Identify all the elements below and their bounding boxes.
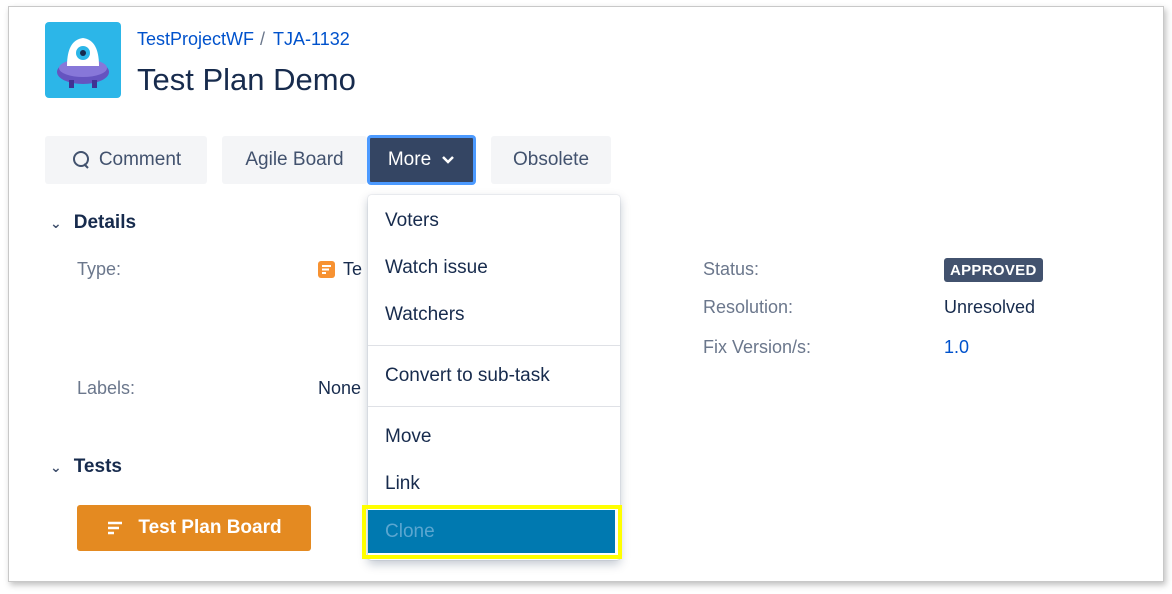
fix-version-link[interactable]: 1.0 <box>944 337 969 358</box>
comment-icon <box>72 151 89 169</box>
type-label: Type: <box>77 259 122 279</box>
test-plan-board-button[interactable]: Test Plan Board <box>77 505 311 551</box>
status-label: Status: <box>703 259 760 279</box>
menu-divider <box>368 406 620 407</box>
chevron-down-icon: ⌄ <box>50 214 62 231</box>
status-badge: APPROVED <box>944 258 1043 282</box>
menu-item-convert-to-sub-task[interactable]: Convert to sub-task <box>368 354 620 398</box>
menu-item-link[interactable]: Link <box>368 462 620 506</box>
more-button-label: More <box>387 149 432 170</box>
labels-value: None <box>318 378 362 398</box>
agile-board-button-label: Agile Board <box>245 149 344 170</box>
comment-button[interactable]: Comment <box>45 136 207 184</box>
breadcrumb: TestProjectWF / TJA-1132 <box>137 29 350 50</box>
obsolete-button[interactable]: Obsolete <box>491 136 611 184</box>
type-value: Te <box>343 259 363 279</box>
clone-callout-highlight <box>362 505 622 559</box>
project-avatar[interactable] <box>45 22 121 98</box>
obsolete-button-label: Obsolete <box>512 149 590 170</box>
test-plan-icon <box>108 521 123 535</box>
menu-item-watchers[interactable]: Watchers <box>368 293 620 337</box>
breadcrumb-separator: / <box>260 29 266 49</box>
resolution-label: Resolution: <box>703 297 794 317</box>
tests-section-toggle[interactable]: ⌄ Tests <box>50 456 122 478</box>
labels-label: Labels: <box>77 378 136 398</box>
more-button[interactable]: More <box>368 136 475 184</box>
menu-divider <box>368 345 620 346</box>
details-section-toggle[interactable]: ⌄ Details <box>50 212 136 234</box>
details-heading: Details <box>73 212 137 233</box>
test-plan-type-icon <box>318 261 335 278</box>
breadcrumb-issue-key-link[interactable]: TJA-1132 <box>273 29 350 49</box>
resolution-value: Unresolved <box>944 297 1036 317</box>
test-plan-board-label: Test Plan Board <box>138 517 282 538</box>
page-title: Test Plan Demo <box>137 62 356 97</box>
comment-button-label: Comment <box>98 149 182 170</box>
menu-item-move[interactable]: Move <box>368 415 620 459</box>
chevron-down-icon: ⌄ <box>50 458 62 475</box>
tests-heading: Tests <box>73 456 122 477</box>
menu-item-voters[interactable]: Voters <box>368 199 620 243</box>
breadcrumb-project-link[interactable]: TestProjectWF <box>137 29 254 49</box>
chevron-down-icon <box>442 156 455 164</box>
fix-version-label: Fix Version/s: <box>703 337 812 357</box>
menu-item-watch-issue[interactable]: Watch issue <box>368 246 620 290</box>
agile-board-button[interactable]: Agile Board <box>222 136 367 184</box>
